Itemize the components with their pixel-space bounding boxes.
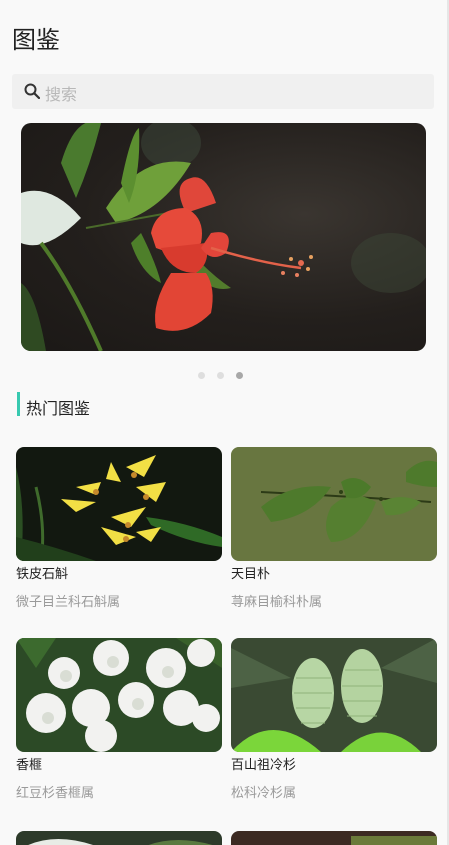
featured-banner-image[interactable] bbox=[21, 123, 426, 351]
plant-card[interactable]: 铁皮石斛 微子目兰科石斛属 bbox=[16, 447, 222, 610]
search-placeholder: 搜索 bbox=[45, 85, 78, 104]
plant-taxonomy: 微子目兰科石斛属 bbox=[16, 595, 121, 610]
section-title: 热门图鉴 bbox=[26, 399, 91, 418]
plant-name: 铁皮石斛 bbox=[16, 567, 69, 582]
plant-name: 百山祖冷杉 bbox=[231, 758, 297, 773]
plant-image bbox=[16, 447, 222, 561]
plant-card[interactable]: 百山祖冷杉 松科冷杉属 bbox=[231, 638, 437, 801]
plant-image bbox=[16, 638, 222, 752]
plant-image bbox=[231, 638, 437, 752]
plant-taxonomy: 松科冷杉属 bbox=[231, 786, 297, 801]
carousel-dot[interactable] bbox=[198, 372, 205, 379]
page-title: 图鉴 bbox=[12, 26, 60, 54]
plant-taxonomy: 荨麻目榆科朴属 bbox=[231, 595, 323, 610]
plant-card[interactable]: 香榧 红豆杉香榧属 bbox=[16, 638, 222, 801]
plant-card-partial-image[interactable] bbox=[16, 831, 222, 845]
carousel-indicator[interactable] bbox=[198, 372, 243, 379]
plant-image bbox=[231, 447, 437, 561]
plant-card[interactable]: 天目朴 荨麻目榆科朴属 bbox=[231, 447, 437, 610]
plant-name: 香榧 bbox=[16, 758, 43, 773]
plant-name: 天目朴 bbox=[231, 567, 271, 582]
carousel-dot-active[interactable] bbox=[236, 372, 243, 379]
section-accent-bar bbox=[17, 392, 20, 416]
plant-card-partial-image[interactable] bbox=[231, 831, 437, 845]
plant-taxonomy: 红豆杉香榧属 bbox=[16, 786, 95, 801]
search-bar[interactable]: 搜索 bbox=[12, 74, 434, 109]
carousel-dot[interactable] bbox=[217, 372, 224, 379]
search-icon bbox=[24, 83, 40, 99]
